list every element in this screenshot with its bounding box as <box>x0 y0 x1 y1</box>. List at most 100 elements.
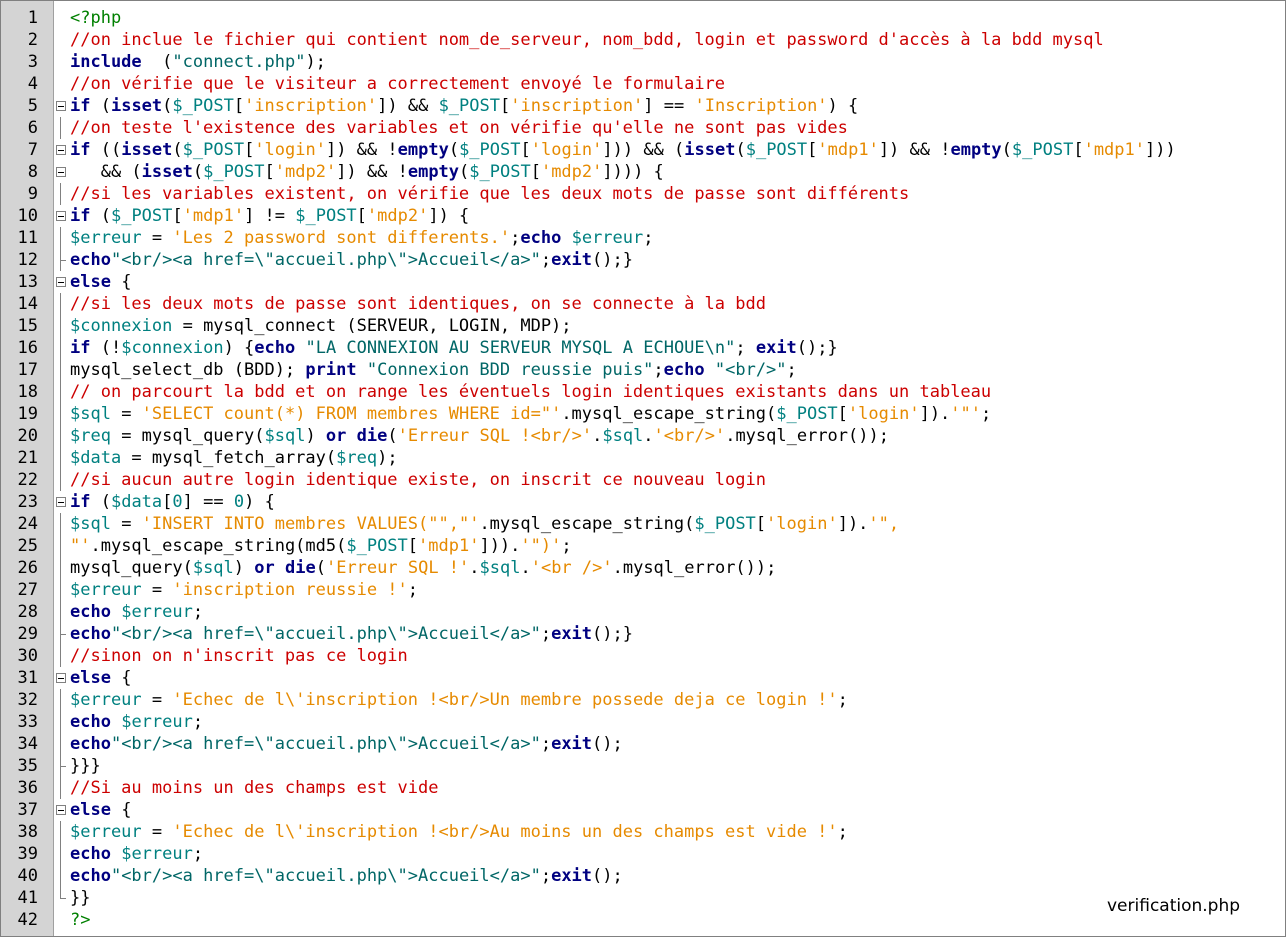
code-text: //sinon on n'inscrit pas ce login <box>70 645 408 667</box>
code-line[interactable]: 10 if ($_POST['mdp1'] != $_POST['mdp2']) … <box>1 205 1285 227</box>
fold-marker <box>54 755 68 777</box>
code-line[interactable]: 25 "'.mysql_escape_string(md5($_POST['mdp… <box>1 535 1285 557</box>
line-number: 32 <box>17 690 38 710</box>
code-line[interactable]: 6 //on teste l'existence des variables et… <box>1 117 1285 139</box>
code-line[interactable]: 18 // on parcourt la bdd et on range les … <box>1 381 1285 403</box>
code-line[interactable]: 5 if (isset($_POST['inscription']) && $_P… <box>1 95 1285 117</box>
code-line[interactable]: 33 echo $erreur; <box>1 711 1285 733</box>
code-token: empty <box>397 140 449 160</box>
code-token: 'SELECT count(*) FROM membres WHERE id="… <box>141 404 562 424</box>
code-token: ) <box>233 558 255 578</box>
fold-toggle-icon[interactable] <box>56 211 66 221</box>
code-token: if <box>70 140 91 160</box>
line-number: 3 <box>27 52 38 72</box>
code-line[interactable]: 28 echo $erreur; <box>1 601 1285 623</box>
fold-toggle-icon[interactable] <box>56 145 66 155</box>
code-token: $_POST <box>694 514 756 534</box>
code-token: 'mdp1' <box>817 140 879 160</box>
code-line[interactable]: 12 echo"<br/><a href=\"accueil.php\">Accu… <box>1 249 1285 271</box>
fold-marker <box>54 95 68 117</box>
line-number: 27 <box>17 580 38 600</box>
code-line[interactable]: 15 $connexion = mysql_connect (SERVEUR, L… <box>1 315 1285 337</box>
code-line[interactable]: 7 if ((isset($_POST['login']) && !empty($… <box>1 139 1285 161</box>
code-line[interactable]: 36 //Si au moins un des champs est vide <box>1 777 1285 799</box>
code-token: . <box>592 426 603 446</box>
line-number: 22 <box>17 470 38 490</box>
fold-toggle-icon[interactable] <box>56 167 66 177</box>
code-token: //on vérifie que le visiteur a correctem… <box>70 74 726 94</box>
code-line[interactable]: 4 //on vérifie que le visiteur a correcte… <box>1 73 1285 95</box>
code-token: .mysql_escape_string( <box>561 404 777 424</box>
code-token: $_POST <box>469 162 531 182</box>
code-token: "Connexion BDD reussie puis" <box>366 360 654 380</box>
code-line[interactable]: 8 && (isset($_POST['mdp2']) && !empty($_… <box>1 161 1285 183</box>
code-line[interactable]: 27 $erreur = 'inscription reussie !'; <box>1 579 1285 601</box>
code-line[interactable]: 19 $sql = 'SELECT count(*) FROM membres W… <box>1 403 1285 425</box>
code-token: ( <box>141 52 173 72</box>
code-line[interactable]: 1 <?php <box>1 7 1285 29</box>
line-number: 20 <box>17 426 38 446</box>
code-line[interactable]: 13 else { <box>1 271 1285 293</box>
fold-toggle-icon[interactable] <box>56 497 66 507</box>
code-line[interactable]: 42 ?> <box>1 909 1285 931</box>
code-line[interactable]: 31 else { <box>1 667 1285 689</box>
fold-toggle-icon[interactable] <box>56 673 66 683</box>
code-token: isset <box>121 140 173 160</box>
code-line[interactable]: 32 $erreur = 'Echec de l\'inscription !<b… <box>1 689 1285 711</box>
code-line[interactable]: 22 //si aucun autre login identique exist… <box>1 469 1285 491</box>
fold-toggle-icon[interactable] <box>56 277 66 287</box>
code-token: '<br/>' <box>653 426 726 446</box>
code-token: $erreur <box>121 602 193 622</box>
code-token: '", <box>868 514 900 534</box>
code-line[interactable]: 30 //sinon on n'inscrit pas ce login <box>1 645 1285 667</box>
code-line[interactable]: 39 echo $erreur; <box>1 843 1285 865</box>
code-line[interactable]: 29 echo"<br/><a href=\"accueil.php\">Accu… <box>1 623 1285 645</box>
fold-toggle-icon[interactable] <box>56 101 66 111</box>
line-number: 31 <box>17 668 38 688</box>
code-token: ?> <box>70 910 91 930</box>
code-line[interactable]: 2 //on inclue le fichier qui contient nom… <box>1 29 1285 51</box>
code-line[interactable]: 11 $erreur = 'Les 2 password sont differe… <box>1 227 1285 249</box>
code-line[interactable]: 17 mysql_select_db (BDD); print "Connexio… <box>1 359 1285 381</box>
code-line[interactable]: 35}}} <box>1 755 1285 777</box>
code-token: exit <box>551 624 593 644</box>
code-line[interactable]: 26 mysql_query($sql) or die('Erreur SQL !… <box>1 557 1285 579</box>
code-token: die <box>285 558 316 578</box>
code-token: && ( <box>70 162 142 182</box>
fold-marker <box>54 249 68 271</box>
code-token: 'login' <box>766 514 838 534</box>
code-token: $_POST <box>110 206 173 226</box>
code-token: $erreur <box>121 844 193 864</box>
code-line[interactable]: 23 if ($data[0] == 0) { <box>1 491 1285 513</box>
code-token: ; <box>510 228 521 248</box>
code-line[interactable]: 20 $req = mysql_query($sql) or die('Erreu… <box>1 425 1285 447</box>
code-line[interactable]: 3 include ("connect.php"); <box>1 51 1285 73</box>
code-line[interactable]: 21 $data = mysql_fetch_array($req); <box>1 447 1285 469</box>
code-line[interactable]: 34 echo"<br/><a href=\"accueil.php\">Accu… <box>1 733 1285 755</box>
code-line[interactable]: 24 $sql = 'INSERT INTO membres VALUES("",… <box>1 513 1285 535</box>
code-token: ; <box>653 360 664 380</box>
code-token: '"' <box>950 404 982 424</box>
code-token: ; <box>735 338 756 358</box>
code-line[interactable]: 41}} <box>1 887 1285 909</box>
code-text: <?php <box>70 7 121 29</box>
code-token: = mysql_fetch_array( <box>121 448 337 468</box>
code-line[interactable]: 14 //si les deux mots de passe sont ident… <box>1 293 1285 315</box>
code-line[interactable]: 38 $erreur = 'Echec de l\'inscription !<b… <box>1 821 1285 843</box>
fold-toggle-icon[interactable] <box>56 805 66 815</box>
code-token: . <box>643 426 654 446</box>
code-token: //on inclue le fichier qui contient nom_… <box>70 30 1104 50</box>
code-line[interactable]: 9 //si les variables existent, on vérifie… <box>1 183 1285 205</box>
line-number: 17 <box>17 360 38 380</box>
code-text: echo"<br/><a href=\"accueil.php\">Accuei… <box>70 865 623 887</box>
code-token: else <box>70 800 111 820</box>
code-token: .mysql_escape_string(md5( <box>90 536 347 556</box>
code-line[interactable]: 40 echo"<br/><a href=\"accueil.php\">Accu… <box>1 865 1285 887</box>
code-line[interactable]: 16 if (!$connexion) {echo "LA CONNEXION A… <box>1 337 1285 359</box>
code-line[interactable]: 37 else { <box>1 799 1285 821</box>
code-token: [ <box>244 140 255 160</box>
code-token: else <box>70 272 111 292</box>
code-token: 'mdp2' <box>540 162 603 182</box>
code-editor[interactable]: 1 <?php 2 //on inclue le fichier qui contie… <box>0 0 1286 937</box>
